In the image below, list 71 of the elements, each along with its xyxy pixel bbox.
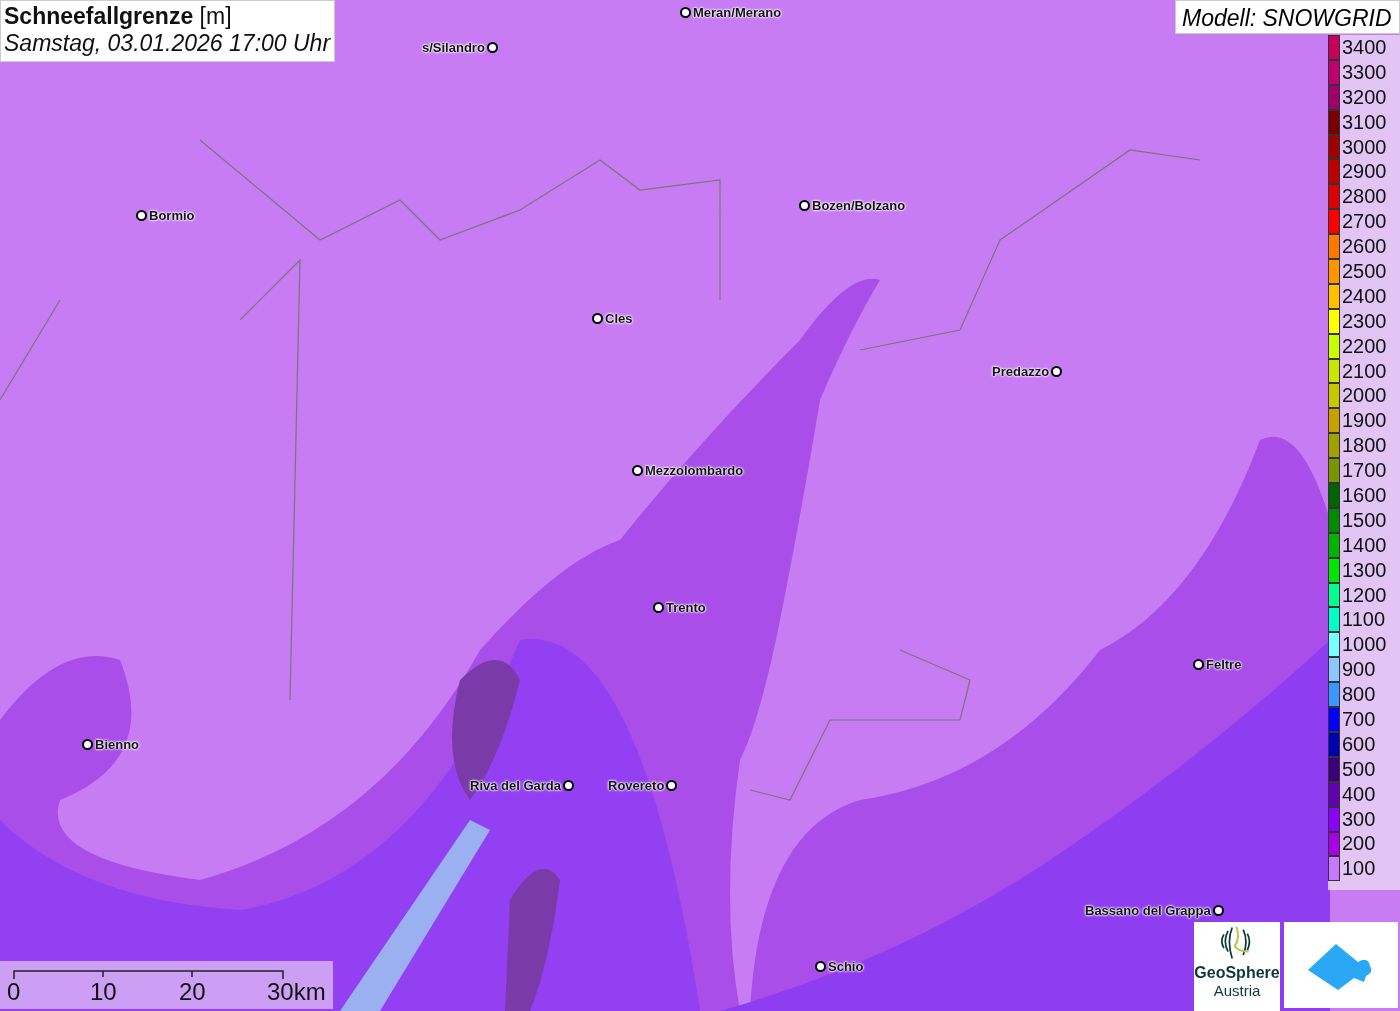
legend-value: 2700 (1342, 210, 1387, 234)
city-marker-icon (486, 42, 498, 53)
legend-value: 500 (1342, 757, 1376, 781)
legend-value: 2500 (1342, 259, 1387, 283)
legend-value: 1800 (1342, 434, 1387, 458)
city-label: Predazzo (992, 364, 1050, 379)
city-marker-icon (136, 210, 147, 221)
legend-value: 1300 (1342, 558, 1387, 582)
legend-value: 300 (1342, 807, 1376, 831)
legend-value: 2600 (1342, 235, 1387, 259)
forecast-datetime: Samstag, 03.01.2026 17:00 Uhr (4, 30, 331, 57)
city-marker-icon (632, 465, 643, 476)
legend-value: 400 (1342, 782, 1376, 806)
city-marker-icon (563, 780, 575, 791)
legend-value: 600 (1342, 732, 1376, 756)
legend-value: 2300 (1342, 309, 1387, 333)
legend-value: 1900 (1342, 409, 1387, 433)
city-label: Feltre (1206, 657, 1242, 672)
city-label: s/Silandro (422, 40, 485, 55)
legend-value: 2100 (1342, 359, 1387, 383)
scale-label: 10 (90, 978, 117, 1006)
city-label: Bienno (95, 737, 140, 752)
legend-value: 100 (1342, 857, 1376, 881)
legend-value: 1500 (1342, 508, 1387, 532)
city-label: Bozen/Bolzano (812, 198, 906, 213)
legend-value: 1700 (1342, 459, 1387, 483)
legend-value: 2800 (1342, 185, 1387, 209)
legend-value: 1600 (1342, 483, 1387, 507)
city-marker-icon (799, 200, 810, 211)
legend-value: 3000 (1342, 135, 1387, 159)
legend-value: 200 (1342, 832, 1376, 856)
legend-value: 2200 (1342, 334, 1387, 358)
logo-text: GeoSphere (1194, 964, 1280, 982)
scale-label: 0 (7, 978, 21, 1006)
city-marker-icon (815, 961, 826, 972)
legend-value: 700 (1342, 708, 1376, 731)
legend-value: 2900 (1342, 160, 1387, 184)
city-marker-icon (653, 602, 664, 613)
city-marker-icon (666, 780, 678, 791)
city-marker-icon (1193, 659, 1204, 670)
legend-value: 1400 (1342, 533, 1387, 557)
legend-value: 2400 (1342, 284, 1387, 308)
legend-value: 3400 (1342, 35, 1387, 59)
city-label: Cles (605, 311, 633, 326)
model-label: Modell: SNOWGRID (1175, 0, 1400, 34)
legend-value: 1000 (1342, 633, 1387, 657)
city-marker-icon (1212, 905, 1224, 916)
legend-value: 3300 (1342, 60, 1387, 84)
city-label: Bormio (149, 208, 195, 223)
city-label: Trento (666, 600, 706, 615)
city-label: Rovereto (608, 778, 665, 793)
legend-value: 800 (1342, 683, 1376, 707)
city-marker-icon (82, 739, 93, 750)
legend-value: 1200 (1342, 583, 1387, 607)
legend-value: 1100 (1342, 608, 1385, 632)
logo-subtext: Austria (1213, 982, 1261, 999)
city-label: Schio (828, 959, 864, 974)
legend-value: 2000 (1342, 384, 1387, 408)
city-marker-icon (680, 7, 691, 18)
legend-value: 3200 (1342, 85, 1387, 109)
legend-value: 900 (1342, 658, 1376, 682)
city-marker-icon (1051, 366, 1063, 377)
map-title: Schneefallgrenze [m] (4, 3, 233, 30)
legend-value: 3100 (1342, 110, 1387, 134)
scale-label: 30km (267, 978, 326, 1006)
city-label: Bassano del Grappa (1085, 903, 1211, 918)
city-label: Mezzolombardo (645, 463, 744, 478)
city-label: Riva del Garda (470, 778, 562, 793)
city-label: Meran/Merano (693, 5, 782, 20)
city-marker-icon (592, 313, 603, 324)
scale-label: 20 (179, 978, 206, 1006)
